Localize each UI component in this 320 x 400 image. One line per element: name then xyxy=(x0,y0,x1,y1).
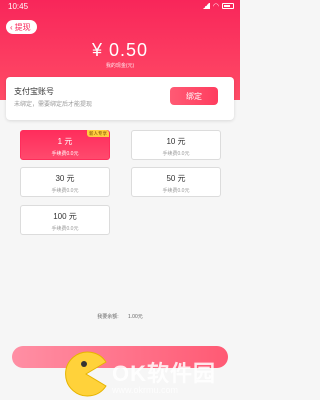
status-bar: 10:45 ◠ xyxy=(0,0,240,14)
balance-amount: ¥ 0.50 xyxy=(91,40,149,60)
status-time: 10:45 xyxy=(8,2,29,11)
bind-button[interactable]: 绑定 xyxy=(170,87,218,105)
watermark-url: www.okrmu.com xyxy=(112,385,179,395)
battery-icon xyxy=(222,3,234,9)
option-amount: 30 元 xyxy=(55,174,75,183)
option-fee: 手续费0.0元 xyxy=(51,151,79,157)
balance-label: 我的现金(元) xyxy=(105,63,135,69)
amount-option[interactable]: 新人专享 1 元 手续费0.0元 xyxy=(20,130,110,160)
option-fee: 手续费0.0元 xyxy=(51,188,79,194)
option-amount: 1 元 xyxy=(57,137,73,146)
pacman-logo-icon xyxy=(65,351,107,397)
status-icons: ◠ xyxy=(201,2,234,10)
back-button[interactable]: ‹ 提现 xyxy=(6,20,37,34)
remaining-balance: 我要余额: 1.00元 xyxy=(0,313,240,320)
amount-option[interactable]: 30 元 手续费0.0元 xyxy=(20,167,110,197)
alipay-card: 支付宝账号 未绑定，需要绑定后才能提现 绑定 xyxy=(6,77,234,120)
watermark: OK软件园 www.okrmu.com xyxy=(62,350,242,400)
remaining-value: 1.00元 xyxy=(128,314,143,320)
watermark-text: OK软件园 xyxy=(112,361,217,386)
alipay-title: 支付宝账号 xyxy=(14,87,54,96)
alipay-subtitle: 未绑定，需要绑定后才能提现 xyxy=(14,102,93,108)
new-user-tag: 新人专享 xyxy=(87,130,109,137)
remaining-label: 我要余额: xyxy=(97,314,119,320)
option-fee: 手续费0.0元 xyxy=(51,226,79,232)
wifi-icon: ◠ xyxy=(212,3,219,10)
option-amount: 10 元 xyxy=(166,137,186,146)
option-fee: 手续费0.0元 xyxy=(162,188,190,194)
amount-option[interactable]: 50 元 手续费0.0元 xyxy=(131,167,221,197)
option-amount: 50 元 xyxy=(166,174,186,183)
chevron-left-icon: ‹ xyxy=(10,22,13,32)
amount-option[interactable]: 10 元 手续费0.0元 xyxy=(131,130,221,160)
amount-option[interactable]: 100 元 手续费0.0元 xyxy=(20,205,110,235)
signal-icon xyxy=(201,3,210,9)
option-fee: 手续费0.0元 xyxy=(162,151,190,157)
back-label: 提现 xyxy=(14,22,31,32)
option-amount: 100 元 xyxy=(53,212,77,221)
